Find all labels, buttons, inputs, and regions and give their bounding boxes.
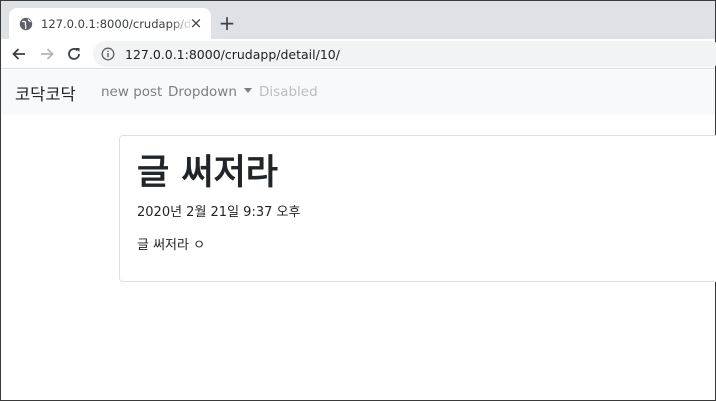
tab-title: 127.0.0.1:8000/crudapp/detail/10/ <box>41 16 193 31</box>
post-content: 글 써저라 ㅇ <box>137 238 206 253</box>
post-date: 2020년 2월 21일 9:37 오후 <box>137 205 301 220</box>
reload-icon[interactable] <box>64 44 84 64</box>
nav-dropdown-label: Dropdown <box>168 84 237 100</box>
site-navbar: 코닥코닥 new post Dropdown Disabled <box>1 70 715 115</box>
post-title: 글 써저라 <box>137 153 278 193</box>
address-bar[interactable]: 127.0.0.1:8000/crudapp/detail/10/ <box>93 41 716 67</box>
caret-down-icon <box>243 88 252 93</box>
nav-link-disabled: Disabled <box>259 84 318 100</box>
post-card: 글 써저라 2020년 2월 21일 9:37 오후 글 써저라 ㅇ <box>119 135 716 282</box>
new-tab-button[interactable]: + <box>217 13 237 33</box>
browser-toolbar: 127.0.0.1:8000/crudapp/detail/10/ <box>1 39 716 69</box>
tab-close-icon[interactable]: × <box>189 16 203 31</box>
info-icon[interactable] <box>101 47 115 61</box>
forward-arrow-icon[interactable] <box>37 44 57 64</box>
navbar-brand[interactable]: 코닥코닥 <box>15 81 76 105</box>
browser-tab[interactable]: 127.0.0.1:8000/crudapp/detail/10/ × <box>9 8 211 39</box>
globe-icon <box>19 17 33 31</box>
nav-link-new-post[interactable]: new post <box>101 84 162 100</box>
back-arrow-icon[interactable] <box>9 44 29 64</box>
url-text: 127.0.0.1:8000/crudapp/detail/10/ <box>125 46 340 62</box>
browser-tab-strip: 127.0.0.1:8000/crudapp/detail/10/ × + <box>1 1 715 39</box>
nav-dropdown-toggle[interactable]: Dropdown <box>168 84 252 100</box>
